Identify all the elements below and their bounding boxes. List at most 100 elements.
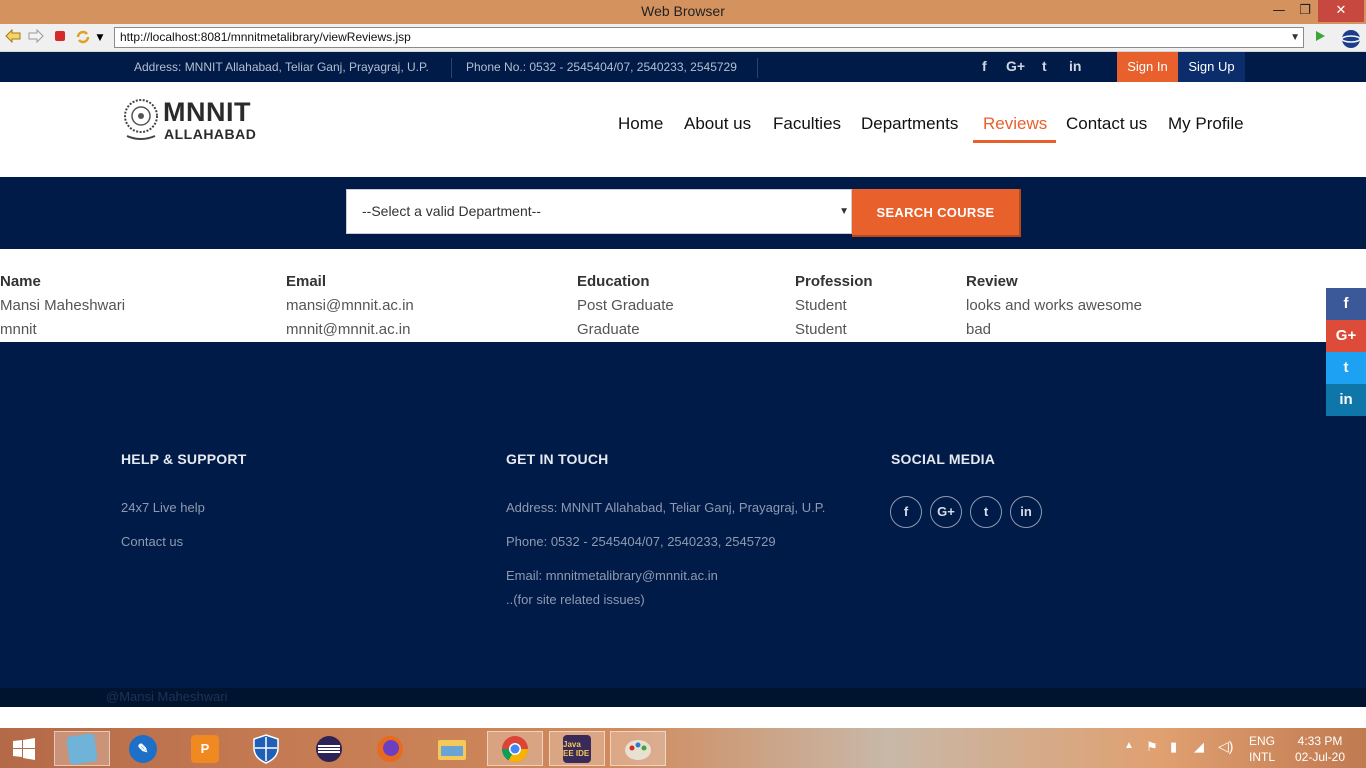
- column-header: Email: [286, 273, 327, 290]
- divider: [757, 58, 758, 78]
- keyboard-layout[interactable]: INTL: [1248, 750, 1276, 764]
- nav-about-us[interactable]: About us: [684, 114, 751, 134]
- tray-flag-icon[interactable]: ⚑: [1146, 739, 1158, 755]
- taskbar-eclipse-icon[interactable]: [305, 731, 353, 766]
- float-facebook-icon[interactable]: f: [1326, 288, 1366, 320]
- department-select[interactable]: --Select a valid Department-- ▼: [346, 189, 852, 234]
- browser-logo-icon: [1340, 29, 1362, 48]
- top-address: Address: MNNIT Allahabad, Teliar Ganj, P…: [134, 60, 429, 74]
- tray-network-icon[interactable]: ◢: [1194, 739, 1204, 755]
- footer-google-plus-icon[interactable]: G+: [930, 496, 962, 528]
- taskbar-firefox-icon[interactable]: [366, 731, 414, 766]
- taskbar-tool-icon[interactable]: ✎: [119, 731, 167, 766]
- table-cell: Student: [795, 297, 847, 314]
- float-linkedin-icon[interactable]: in: [1326, 384, 1366, 416]
- address-bar-url: http://localhost:8081/mnnitmetalibrary/v…: [120, 30, 411, 44]
- table-cell: mansi@mnnit.ac.in: [286, 297, 414, 314]
- column-header: Name: [0, 273, 41, 290]
- float-twitter-icon[interactable]: t: [1326, 352, 1366, 384]
- table-cell: Mansi Maheshwari: [0, 297, 126, 314]
- column-review: Review looks and works awesome bad: [966, 270, 1142, 342]
- table-cell: looks and works awesome: [966, 297, 1142, 314]
- column-education: Education Post Graduate Graduate: [577, 270, 674, 342]
- top-phone: Phone No.: 0532 - 2545404/07, 2540233, 2…: [466, 60, 737, 74]
- column-header: Profession: [795, 273, 873, 290]
- footer-phone: Phone: 0532 - 2545404/07, 2540233, 25457…: [506, 534, 776, 549]
- input-language[interactable]: ENG: [1248, 734, 1276, 748]
- search-band: --Select a valid Department-- ▼ SEARCH C…: [0, 177, 1366, 249]
- start-windows-icon[interactable]: [0, 731, 48, 766]
- footer-linkedin-icon[interactable]: in: [1010, 496, 1042, 528]
- nav-reviews[interactable]: Reviews: [983, 114, 1047, 134]
- twitter-icon[interactable]: t: [1042, 58, 1047, 74]
- page-bottom-gap: [0, 707, 1366, 728]
- maximize-button[interactable]: ❐: [1292, 0, 1318, 22]
- select-arrow-icon: ▼: [839, 206, 849, 217]
- history-dropdown-icon[interactable]: ▼: [93, 29, 107, 47]
- taskbar-notepad-icon[interactable]: [54, 731, 110, 766]
- nav-home[interactable]: Home: [618, 114, 663, 134]
- divider: [451, 58, 452, 78]
- live-help-link[interactable]: 24x7 Live help: [121, 500, 205, 515]
- taskbar-java-ee-ide-icon[interactable]: Java EE IDE: [549, 731, 605, 766]
- clock-time[interactable]: 4:33 PM: [1288, 734, 1352, 748]
- nav-faculties[interactable]: Faculties: [773, 114, 841, 134]
- search-course-button[interactable]: SEARCH COURSE: [852, 189, 1021, 237]
- site-header: MNNIT ALLAHABAD Home About us Faculties …: [0, 82, 1366, 177]
- tray-volume-icon[interactable]: ◁): [1218, 738, 1233, 755]
- nav-contact-us[interactable]: Contact us: [1066, 114, 1147, 134]
- taskbar-pdf-icon[interactable]: P: [181, 731, 229, 766]
- get-in-touch-heading: GET IN TOUCH: [506, 451, 609, 467]
- go-icon[interactable]: [1311, 29, 1329, 47]
- footer-facebook-icon[interactable]: f: [890, 496, 922, 528]
- copyright-text: @Mansi Maheshwari: [106, 689, 228, 704]
- help-support-heading: HELP & SUPPORT: [121, 451, 247, 467]
- address-dropdown-icon[interactable]: ▼: [1290, 28, 1300, 47]
- footer-twitter-icon[interactable]: t: [970, 496, 1002, 528]
- browser-toolbar: ▼ http://localhost:8081/mnnitmetalibrary…: [0, 24, 1366, 52]
- forward-icon[interactable]: [27, 28, 45, 47]
- window-title: Web Browser: [641, 3, 725, 19]
- taskbar-paint-icon[interactable]: [610, 731, 666, 766]
- nav-my-profile[interactable]: My Profile: [1168, 114, 1244, 134]
- address-bar[interactable]: http://localhost:8081/mnnitmetalibrary/v…: [114, 27, 1304, 48]
- table-cell: Graduate: [577, 321, 640, 338]
- facebook-icon[interactable]: f: [982, 58, 987, 74]
- table-cell: Student: [795, 321, 847, 338]
- minimize-button[interactable]: —: [1266, 0, 1292, 22]
- column-header: Review: [966, 273, 1018, 290]
- social-media-heading: SOCIAL MEDIA: [891, 451, 996, 467]
- stop-icon[interactable]: [51, 29, 69, 47]
- active-nav-indicator: [973, 140, 1056, 143]
- column-name: Name Mansi Maheshwari mnnit: [0, 270, 125, 342]
- site-footer: HELP & SUPPORT 24x7 Live help Contact us…: [0, 342, 1366, 688]
- close-window-button[interactable]: ✕: [1318, 0, 1364, 22]
- taskbar-chrome-icon[interactable]: [487, 731, 543, 766]
- department-select-value: --Select a valid Department--: [362, 203, 541, 219]
- os-taskbar: ✎ P Java EE IDE ▲ ⚑ ▮ ◢ ◁) ENG INTL 4:33…: [0, 728, 1366, 768]
- sign-in-button[interactable]: Sign In: [1117, 52, 1178, 82]
- back-icon[interactable]: [4, 28, 22, 47]
- copyright-bar: @Mansi Maheshwari: [0, 688, 1366, 707]
- table-cell: mnnit@mnnit.ac.in: [286, 321, 411, 338]
- mnnit-emblem-logo[interactable]: [123, 98, 159, 142]
- table-cell: bad: [966, 321, 992, 338]
- sign-up-button[interactable]: Sign Up: [1178, 52, 1245, 82]
- tray-battery-icon[interactable]: ▮: [1170, 739, 1177, 755]
- clock-date[interactable]: 02-Jul-20: [1288, 750, 1352, 764]
- logo-title[interactable]: MNNIT: [163, 99, 251, 126]
- refresh-icon[interactable]: [74, 29, 92, 47]
- table-cell: mnnit: [0, 321, 37, 338]
- tray-overflow-icon[interactable]: ▲: [1124, 740, 1134, 751]
- google-plus-icon[interactable]: G+: [1006, 58, 1025, 74]
- logo-subtitle[interactable]: ALLAHABAD: [164, 126, 256, 142]
- footer-contact-link[interactable]: Contact us: [121, 534, 183, 549]
- footer-address: Address: MNNIT Allahabad, Teliar Ganj, P…: [506, 500, 826, 515]
- float-google-plus-icon[interactable]: G+: [1326, 320, 1366, 352]
- nav-departments[interactable]: Departments: [861, 114, 958, 134]
- column-profession: Profession Student Student: [795, 270, 873, 342]
- taskbar-file-explorer-icon[interactable]: [428, 731, 476, 766]
- window-titlebar: Web Browser — ❐ ✕: [0, 0, 1366, 24]
- linkedin-icon[interactable]: in: [1069, 58, 1081, 74]
- taskbar-shield-icon[interactable]: [242, 731, 290, 766]
